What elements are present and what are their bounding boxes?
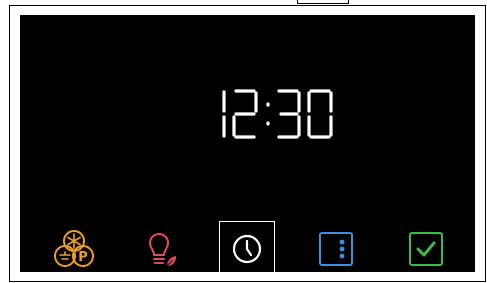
time-display: 12:30: [210, 89, 340, 139]
svg-text:P: P: [78, 250, 88, 265]
menu-button[interactable]: [308, 221, 364, 277]
bulb-leaf-icon: [149, 233, 176, 267]
light-button[interactable]: [132, 221, 188, 277]
mode-button[interactable]: P: [46, 221, 102, 277]
control-panel-screen: 12:30: [20, 15, 475, 277]
timer-button[interactable]: [219, 221, 275, 277]
check-icon: [409, 232, 443, 266]
fan-p-mode-icon: P: [54, 230, 94, 267]
device-top-tab: [297, 0, 349, 4]
more-vertical-icon: [319, 232, 353, 266]
confirm-button[interactable]: [398, 221, 454, 277]
seven-segment-clock: [222, 89, 333, 139]
clock-icon: [232, 234, 262, 264]
